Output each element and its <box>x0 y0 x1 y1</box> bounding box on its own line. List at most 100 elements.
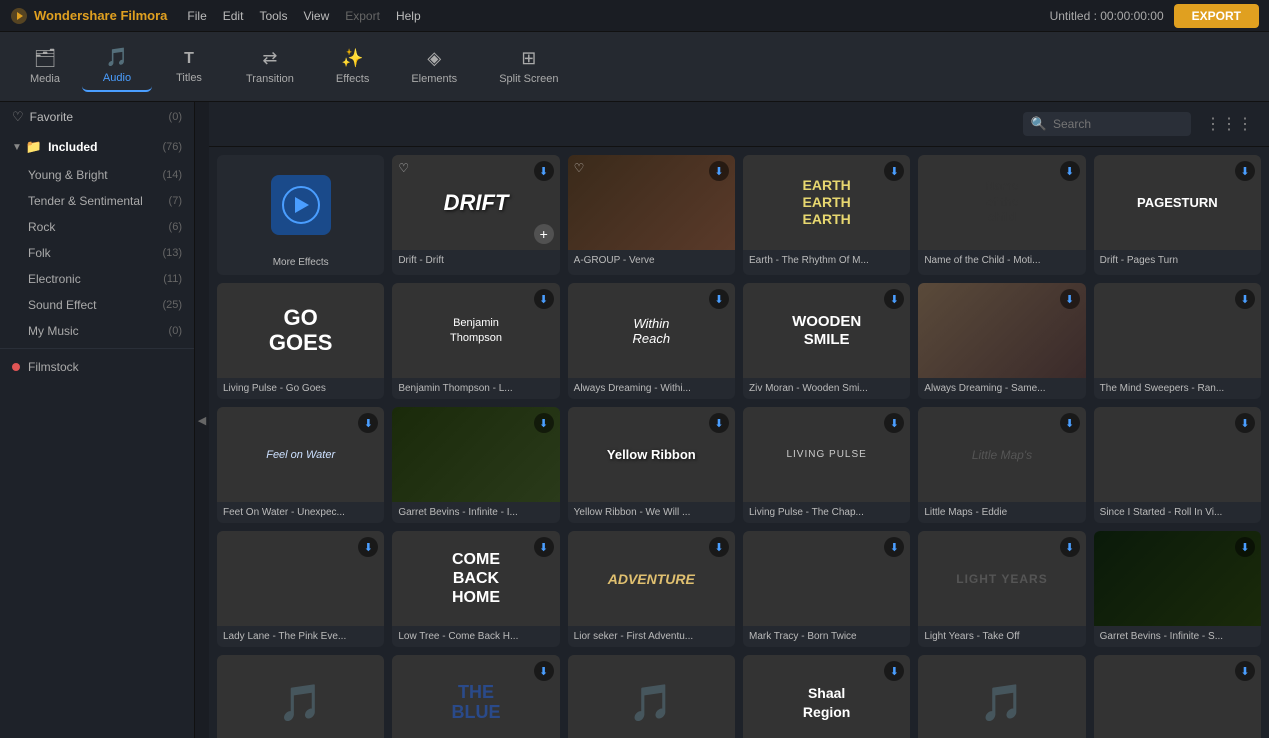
list-item[interactable]: 🎵 Cinematic Horn <box>918 655 1085 738</box>
more-effects-item[interactable]: More Effects <box>217 155 384 275</box>
sidebar-collapse-button[interactable]: ◀ <box>195 102 209 738</box>
download-button[interactable]: ⬇ <box>1060 413 1080 433</box>
menu-tools[interactable]: Tools <box>259 9 287 23</box>
toolbar-splitscreen[interactable]: ⊞ Split Screen <box>479 42 578 91</box>
water-label: Feet On Water - Unexpec... <box>217 502 384 523</box>
download-button[interactable]: ⬇ <box>709 413 729 433</box>
toolbar-media[interactable]: 🗂 Media <box>10 42 80 91</box>
toolbar-transition[interactable]: ⇄ Transition <box>226 42 314 91</box>
list-item[interactable]: ⬇ Garret Bevins - Infinite - I... <box>392 407 559 523</box>
download-button[interactable]: ⬇ <box>884 289 904 309</box>
list-item[interactable]: Yellow Ribbon ⬇ Yellow Ribbon - We Will … <box>568 407 735 523</box>
download-button[interactable]: ⬇ <box>534 289 554 309</box>
toolbar-titles[interactable]: T Titles <box>154 44 224 90</box>
download-button[interactable]: ⬇ <box>884 537 904 557</box>
download-button[interactable]: ⬇ <box>534 413 554 433</box>
blue-thumb: THEBLUE ⬇ <box>392 655 559 738</box>
sidebar-item-favorite[interactable]: ♡ Favorite (0) <box>0 102 194 132</box>
favorite-button[interactable]: ♡ <box>398 161 409 175</box>
sidebar-item-my-music[interactable]: My Music (0) <box>0 318 194 344</box>
list-item[interactable]: 🎵 Atomic Bomb <box>217 655 384 738</box>
download-button[interactable]: ⬇ <box>1060 161 1080 181</box>
list-item[interactable]: ShaalRegion ⬇ Low Tree - Shaal Region <box>743 655 910 738</box>
download-button[interactable]: ⬇ <box>709 161 729 181</box>
menu-view[interactable]: View <box>303 9 329 23</box>
list-item[interactable]: EARTHEARTHEARTH ⬇ Earth - The Rhythm Of … <box>743 155 910 275</box>
toolbar-elements[interactable]: ◈ Elements <box>391 42 477 91</box>
download-button[interactable]: ⬇ <box>1060 289 1080 309</box>
menu-file[interactable]: File <box>187 9 206 23</box>
list-item[interactable]: ⬇ Sand - Takes Me To the L... <box>1094 655 1261 738</box>
sidebar-item-filmstock[interactable]: Filmstock <box>0 353 194 381</box>
music-note-icon: 🎵 <box>980 682 1025 724</box>
list-item[interactable]: BenjaminThompson ⬇ Benjamin Thompson - L… <box>392 283 559 399</box>
favorite-button[interactable]: ♡ <box>574 161 585 175</box>
download-button[interactable]: ⬇ <box>358 413 378 433</box>
toolbar-effects[interactable]: ✨ Effects <box>316 42 389 91</box>
download-button[interactable]: ⬇ <box>1235 289 1255 309</box>
list-item[interactable]: ⬇ Mark Tracy - Born Twice <box>743 531 910 647</box>
list-item[interactable]: THEBLUE ⬇ Little Maps - Out The Blue <box>392 655 559 738</box>
download-button[interactable]: ⬇ <box>1235 161 1255 181</box>
list-item[interactable]: ⬇ Garret Bevins - Infinite - S... <box>1094 531 1261 647</box>
download-button[interactable]: ⬇ <box>709 289 729 309</box>
lowtree-label: Low Tree - Come Back H... <box>392 626 559 647</box>
download-button[interactable]: ⬇ <box>534 161 554 181</box>
list-item[interactable]: WithinReach ⬇ Always Dreaming - Withi... <box>568 283 735 399</box>
download-button[interactable]: ⬇ <box>1060 537 1080 557</box>
list-item[interactable]: DRIFT ♡ ⬇ + Drift - Drift <box>392 155 559 275</box>
splitscreen-icon: ⊞ <box>521 48 536 69</box>
toolbar-media-label: Media <box>30 73 60 85</box>
eddie-label: Little Maps - Eddie <box>918 502 1085 523</box>
sidebar-item-folk[interactable]: Folk (13) <box>0 240 194 266</box>
list-item[interactable]: WOODENSMILE ⬇ Ziv Moran - Wooden Smi... <box>743 283 910 399</box>
menu-export[interactable]: Export <box>345 9 380 23</box>
yellow-label: Yellow Ribbon - We Will ... <box>568 502 735 523</box>
sidebar-item-young-bright[interactable]: Young & Bright (14) <box>0 162 194 188</box>
download-button[interactable]: ⬇ <box>884 161 904 181</box>
export-button[interactable]: EXPORT <box>1174 4 1259 28</box>
garret-label: Garret Bevins - Infinite - I... <box>392 502 559 523</box>
search-input[interactable] <box>1053 117 1183 131</box>
list-item[interactable]: ⬇ Lady Lane - The Pink Eve... <box>217 531 384 647</box>
download-button[interactable]: ⬇ <box>884 413 904 433</box>
download-button[interactable]: ⬇ <box>534 661 554 681</box>
menu-edit[interactable]: Edit <box>223 9 244 23</box>
sidebar-item-rock[interactable]: Rock (6) <box>0 214 194 240</box>
download-button[interactable]: ⬇ <box>1235 537 1255 557</box>
grid-toggle-button[interactable]: ⋮⋮⋮ <box>1201 110 1257 138</box>
download-button[interactable]: ⬇ <box>709 537 729 557</box>
list-item[interactable]: 🎵 Transition Swoosh <box>568 655 735 738</box>
list-item[interactable]: Feel on Water ⬇ Feet On Water - Unexpec.… <box>217 407 384 523</box>
toolbar-audio[interactable]: 🎵 Audio <box>82 41 152 92</box>
list-item[interactable]: GOGOES Living Pulse - Go Goes <box>217 283 384 399</box>
thompson-thumb: BenjaminThompson ⬇ <box>392 283 559 378</box>
download-button[interactable]: ⬇ <box>358 537 378 557</box>
list-item[interactable]: ⬇ Since I Started - Roll In Vi... <box>1094 407 1261 523</box>
list-item[interactable]: ⬇ Always Dreaming - Same... <box>918 283 1085 399</box>
list-item[interactable]: ♡ ⬇ A-GROUP - Verve <box>568 155 735 275</box>
download-button[interactable]: ⬇ <box>534 537 554 557</box>
sidebar-item-electronic[interactable]: Electronic (11) <box>0 266 194 292</box>
list-item[interactable]: PAGESTURN ⬇ Drift - Pages Turn <box>1094 155 1261 275</box>
menu-help[interactable]: Help <box>396 9 421 23</box>
list-item[interactable]: ADVENTURE ⬇ Lior seker - First Adventu..… <box>568 531 735 647</box>
grid-scroll-area[interactable]: More Effects DRIFT ♡ ⬇ + Drift - Drift ♡ <box>209 147 1269 738</box>
list-item[interactable]: ⬇ The Mind Sweepers - Ran... <box>1094 283 1261 399</box>
download-button[interactable]: ⬇ <box>884 661 904 681</box>
sidebar-item-tender[interactable]: Tender & Sentimental (7) <box>0 188 194 214</box>
search-box[interactable]: 🔍 <box>1023 112 1191 136</box>
sidebar-item-sound-effect[interactable]: Sound Effect (25) <box>0 292 194 318</box>
list-item[interactable]: Little Map's ⬇ Little Maps - Eddie <box>918 407 1085 523</box>
list-item[interactable]: COMEBACKHOME ⬇ Low Tree - Come Back H... <box>392 531 559 647</box>
download-button[interactable]: ⬇ <box>1235 413 1255 433</box>
sidebar-item-included[interactable]: ▼ 📁 Included (76) <box>0 132 194 162</box>
effects-icon: ✨ <box>341 48 363 69</box>
favorite-count: (0) <box>169 111 182 123</box>
add-button[interactable]: + <box>534 224 554 244</box>
list-item[interactable]: LIVING PULSE ⬇ Living Pulse - The Chap..… <box>743 407 910 523</box>
young-bright-label: Young & Bright <box>28 168 162 182</box>
list-item[interactable]: Nameof thechild ⬇ Name of the Child - Mo… <box>918 155 1085 275</box>
list-item[interactable]: LIGHT YEARS ⬇ Light Years - Take Off <box>918 531 1085 647</box>
download-button[interactable]: ⬇ <box>1235 661 1255 681</box>
